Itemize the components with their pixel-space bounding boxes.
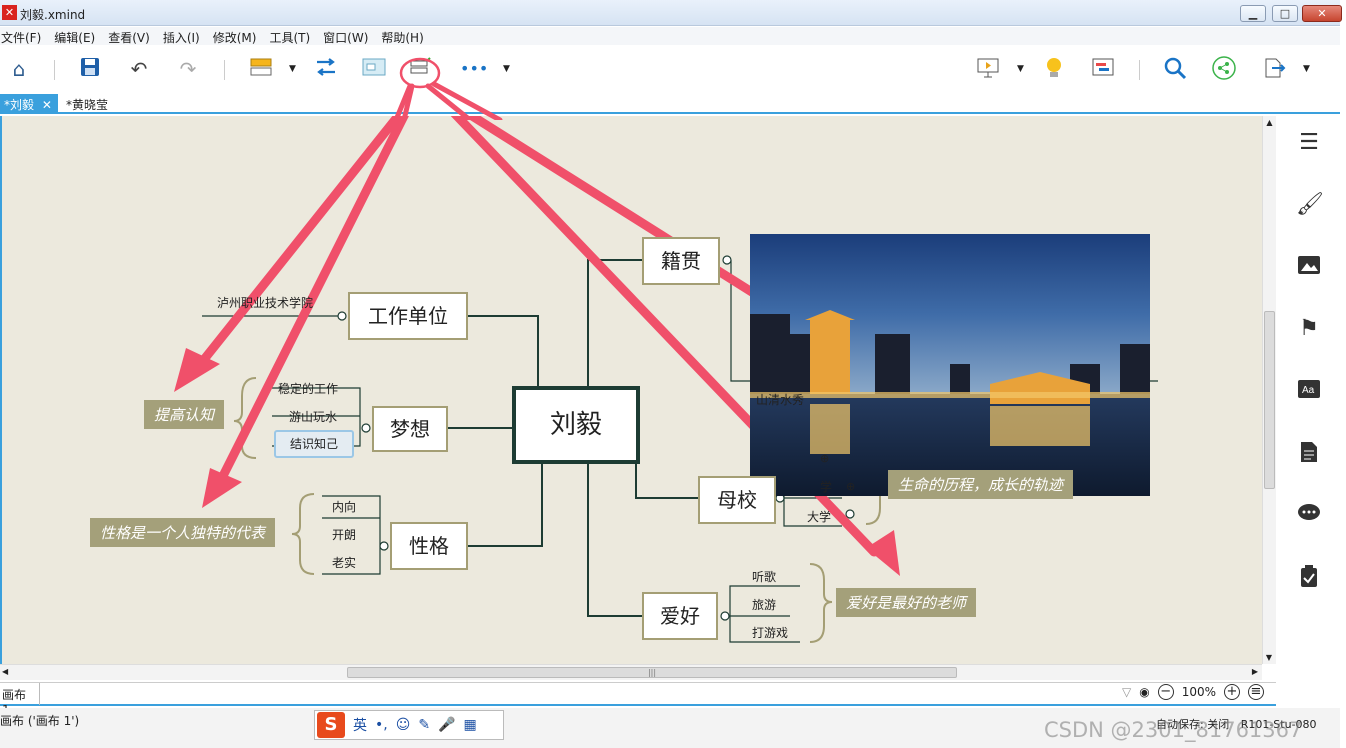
zoom-level: 100% [1181,685,1216,699]
style-icon[interactable]: Aa [1296,378,1322,404]
right-panel: ☰ 🖌 ⚑ Aa [1276,116,1340,706]
topic-origin[interactable]: 籍贯 [642,237,720,285]
horizontal-scrollbar[interactable]: ◀ ||| ▶ [0,664,1262,680]
filter-icon[interactable]: ▽ [1122,685,1131,699]
topic-dream[interactable]: 梦想 [372,406,448,452]
topic-personality[interactable]: 性格 [390,522,468,570]
handwriting-icon[interactable]: ✎ [418,717,430,733]
scroll-down-icon[interactable]: ▼ [1263,653,1275,662]
marker-icon[interactable]: ⚑ [1296,316,1322,342]
subtopic-honest[interactable]: 老实 [324,554,364,571]
topic-hobby[interactable]: 爱好 [642,592,718,640]
central-topic[interactable]: 刘毅 [512,386,640,464]
subtopic-gaming[interactable]: 打游戏 [746,624,794,641]
sogou-logo-icon[interactable]: S [317,712,345,738]
subtopic-travel[interactable]: 游山玩水 [280,408,346,425]
topic-work[interactable]: 工作单位 [348,292,468,340]
scroll-up-icon[interactable]: ▲ [1263,118,1276,127]
notes-icon[interactable] [1296,440,1322,466]
summary-callout-hobby[interactable]: 爱好是最好的老师 [836,588,977,617]
svg-text:Aa: Aa [1302,385,1315,396]
mindmap-canvas[interactable]: 刘毅 工作单位 梦想 性格 籍贯 母校 爱好 泸州职业技术学院 稳定的工作 游山… [0,116,1262,664]
zoom-fit-icon[interactable]: ≡ [1248,684,1264,700]
subtopic-university[interactable]: 大学 [804,508,834,525]
subtopic-stable-job[interactable]: 稳定的工作 [272,380,344,397]
subtopic-introvert[interactable]: 内向 [324,498,364,515]
punctuation-icon[interactable]: •, [375,717,388,733]
status-text: 画布 ('画布 1') [0,714,80,728]
topic-school[interactable]: 母校 [698,476,776,524]
subtopic-tourism[interactable]: 旅游 [746,596,782,613]
emoji-icon[interactable]: ☺ [396,717,411,733]
image-icon[interactable] [1296,254,1322,280]
horizontal-scroll-thumb[interactable]: ||| [347,667,957,678]
sheet-bar: 画布 1 ▽ ◉ − 100% + ≡ [0,682,1276,717]
sheet-tab[interactable]: 画布 1 [0,683,40,717]
csdn-watermark: CSDN @2301_81761367 [1044,718,1303,742]
summary-callout-school[interactable]: 生命的历程，成长的轨迹 [888,470,1074,499]
summary-callout-personality[interactable]: 性格是一个人独特的代表 [90,518,276,547]
outline-icon[interactable]: ☰ [1296,130,1322,156]
task-icon[interactable] [1296,564,1322,590]
format-icon[interactable]: 🖌 [1296,192,1324,218]
subtopic-work-college[interactable]: 泸州职业技术学院 [210,294,320,311]
subtopic-friends[interactable]: 结识知己 [274,430,354,458]
zoom-out-icon[interactable]: − [1157,684,1174,700]
scroll-right-icon[interactable]: ▶ [1252,667,1258,676]
zoom-controls: ▽ ◉ − 100% + ≡ [1122,684,1264,700]
subtopic-cheerful[interactable]: 开朗 [324,526,364,543]
city-night-photo[interactable] [750,234,1150,496]
subtopic-scenery[interactable]: 山清水秀 [750,391,810,408]
annotation-overlay [393,57,503,120]
zoom-in-icon[interactable]: + [1224,684,1240,700]
ime-language-toggle[interactable]: 英 [353,715,367,735]
eye-icon[interactable]: ◉ [1139,685,1149,699]
expand-plus-icon[interactable]: ⊕ [846,480,855,493]
vertical-scrollbar[interactable]: ▲ ▼ [1262,116,1276,664]
summary-callout-dream[interactable]: 提高认知 [144,400,225,429]
status-bar: 画布 ('画布 1') S 英 •, ☺ ✎ 🎤 ▦ 自动保存: 关闭 R101… [0,708,1340,748]
subtopic-school-level[interactable]: 学 [816,478,836,495]
subtopic-music[interactable]: 听歌 [746,568,782,585]
scroll-left-icon[interactable]: ◀ [2,667,8,676]
comment-icon[interactable] [1296,502,1322,528]
toolbox-icon[interactable]: ▦ [464,717,477,733]
microphone-icon[interactable]: 🎤 [438,717,455,733]
vertical-scroll-thumb[interactable] [1264,311,1275,489]
expand-plus-icon[interactable]: ⊕ [820,452,829,465]
ime-toolbar: S 英 •, ☺ ✎ 🎤 ▦ [314,710,504,740]
